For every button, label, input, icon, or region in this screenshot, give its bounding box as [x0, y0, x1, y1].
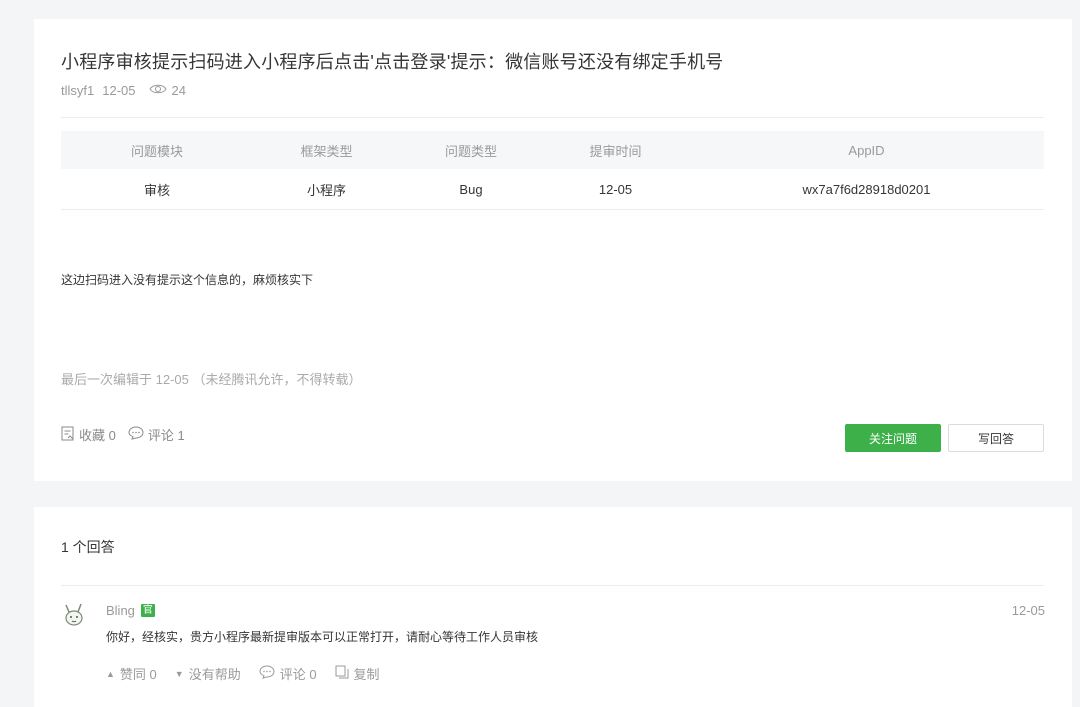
- answer-actions: ▲ 赞同 0 ▼ 没有帮助 评论 0 复制: [106, 664, 380, 683]
- official-badge: 官: [140, 604, 155, 617]
- answer-comment-button[interactable]: 评论 0: [259, 664, 317, 683]
- comment-icon: [128, 426, 144, 443]
- answer-text: 你好，经核实，贵方小程序最新提审版本可以正常打开，请耐心等待工作人员审核: [106, 630, 539, 644]
- triangle-down-icon: ▼: [174, 668, 184, 679]
- copy-button[interactable]: 复制: [335, 664, 380, 683]
- comment-button[interactable]: 评论 1: [128, 425, 185, 444]
- answer-comment-label: 评论 0: [279, 667, 317, 682]
- divider: [61, 117, 1044, 118]
- question-date: 12-05: [102, 83, 136, 98]
- question-content: 这边扫码进入没有提示这个信息的，麻烦核实下: [61, 273, 314, 287]
- table-header-row: 问题模块 框架类型 问题类型 提审时间 AppID: [61, 131, 1044, 169]
- table-cell-time: 12-05: [542, 169, 689, 210]
- question-meta: tllsyf1 12-05 24: [61, 83, 186, 98]
- write-answer-button[interactable]: 写回答: [948, 424, 1044, 452]
- eye-icon: [149, 83, 168, 98]
- avatar[interactable]: [61, 601, 87, 627]
- copy-icon: [335, 665, 349, 682]
- comment-label: 评论 1: [147, 428, 185, 443]
- table-header-module: 问题模块: [61, 131, 253, 169]
- edit-note: 最后一次编辑于 12-05 （未经腾讯允许，不得转载）: [61, 372, 362, 387]
- like-button[interactable]: ▲ 赞同 0: [106, 664, 157, 683]
- question-author[interactable]: tllsyf1: [61, 83, 94, 98]
- answers-count-title: 1 个回答: [61, 539, 115, 555]
- view-count: 24: [149, 83, 186, 98]
- table-header-type: 问题类型: [400, 131, 542, 169]
- question-info-table: 问题模块 框架类型 问题类型 提审时间 AppID 审核 小程序 Bug 12-…: [61, 131, 1044, 210]
- answer-date: 12-05: [1011, 603, 1045, 618]
- question-card: 小程序审核提示扫码进入小程序后点击'点击登录'提示：微信账号还没有绑定手机号 t…: [34, 19, 1072, 481]
- question-title: 小程序审核提示扫码进入小程序后点击'点击登录'提示：微信账号还没有绑定手机号: [61, 52, 724, 72]
- table-header-appid: AppID: [689, 131, 1044, 169]
- table-header-framework: 框架类型: [253, 131, 400, 169]
- table-cell-module: 审核: [61, 169, 253, 210]
- favorite-label: 收藏 0: [79, 428, 116, 443]
- like-label: 赞同 0: [119, 667, 157, 682]
- divider: [61, 585, 1044, 586]
- table-header-time: 提审时间: [542, 131, 689, 169]
- answer-author[interactable]: Bling: [106, 603, 135, 618]
- bookmark-icon: [61, 426, 75, 444]
- table-cell-appid: wx7a7f6d28918d0201: [689, 169, 1044, 210]
- follow-question-button[interactable]: 关注问题: [845, 424, 941, 452]
- table-cell-framework: 小程序: [253, 169, 400, 210]
- table-cell-type: Bug: [400, 169, 542, 210]
- view-count-value: 24: [171, 83, 186, 98]
- comment-icon: [259, 665, 275, 682]
- unhelpful-label: 没有帮助: [188, 667, 241, 682]
- favorite-button[interactable]: 收藏 0: [61, 425, 116, 444]
- table-row: 审核 小程序 Bug 12-05 wx7a7f6d28918d0201: [61, 169, 1044, 210]
- answers-card: 1 个回答 Bling 官 12-05 你好，经核实，贵方小程序最新提审版本可以…: [34, 507, 1072, 707]
- answer-author-row: Bling 官: [106, 603, 155, 618]
- question-actions: 收藏 0 评论 1: [61, 425, 185, 444]
- unhelpful-button[interactable]: ▼ 没有帮助: [175, 664, 241, 683]
- triangle-up-icon: ▲: [106, 668, 115, 679]
- copy-label: 复制: [353, 667, 380, 682]
